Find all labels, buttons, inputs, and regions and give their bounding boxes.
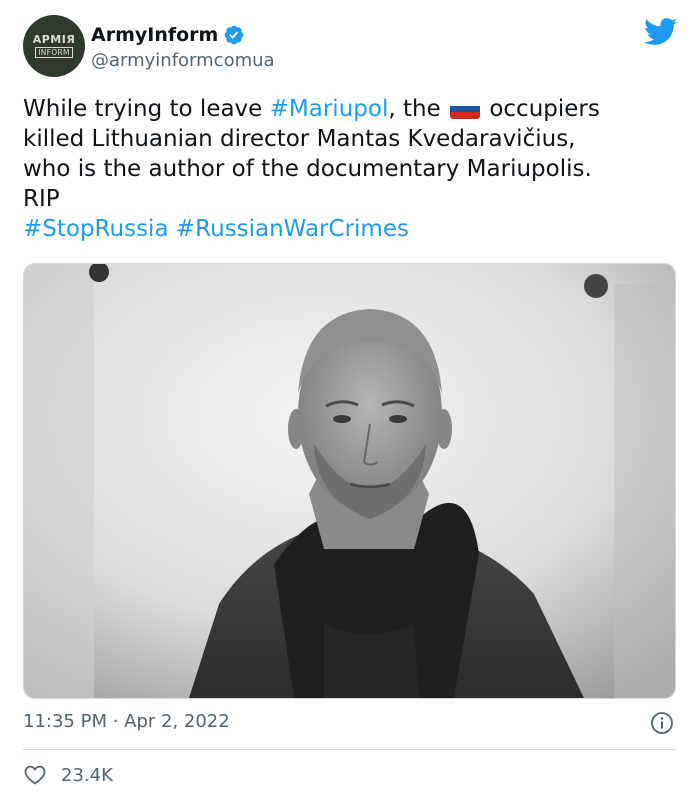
hashtag-russianwarcrimes[interactable]: #RussianWarCrimes — [176, 216, 409, 242]
russian-flag-emoji-icon — [450, 99, 481, 119]
tweet-text: While trying to leave #Mariupol, the occ… — [23, 94, 673, 244]
tweet-line-4: RIP — [23, 186, 60, 212]
twitter-bird-icon[interactable] — [644, 18, 678, 46]
avatar-logo-line1: АРМІЯ — [32, 33, 76, 46]
flag-stripe-white — [450, 99, 481, 106]
hashtag-mariupol[interactable]: #Mariupol — [270, 96, 389, 122]
tweet-line-2: killed Lithuanian director Mantas Kvedar… — [23, 126, 576, 152]
tweet-photo[interactable] — [23, 263, 676, 699]
info-icon[interactable] — [650, 711, 674, 735]
author-name-row[interactable]: ArmyInform — [91, 22, 245, 48]
portrait-photo — [24, 264, 675, 698]
display-name[interactable]: ArmyInform — [91, 24, 218, 46]
like-action[interactable]: 23.4K — [23, 762, 113, 788]
verified-badge-icon — [224, 25, 244, 45]
tweet-card: АРМІЯ INFORM ArmyInform @armyinformcomua… — [0, 0, 700, 802]
flag-stripe-red — [450, 112, 481, 119]
divider — [23, 749, 676, 750]
hashtag-line: #StopRussia #RussianWarCrimes — [23, 214, 673, 244]
heart-icon[interactable] — [23, 763, 47, 787]
tweet-timestamp[interactable]: 11:35 PM · Apr 2, 2022 — [23, 711, 230, 732]
avatar[interactable]: АРМІЯ INFORM — [23, 15, 85, 77]
avatar-logo-line2: INFORM — [35, 47, 73, 58]
tweet-text-segment: occupiers — [482, 96, 600, 122]
like-count: 23.4K — [61, 764, 113, 786]
flag-stripe-blue — [450, 105, 481, 113]
tweet-text-segment: While trying to leave — [23, 96, 270, 122]
tweet-line-1: While trying to leave #Mariupol, the occ… — [23, 94, 673, 124]
tweet-text-segment: , the — [388, 96, 441, 122]
hashtag-stoprussia[interactable]: #StopRussia — [23, 216, 169, 242]
tweet-line-3: who is the author of the documentary Mar… — [23, 156, 592, 182]
handle[interactable]: @armyinformcomua — [91, 50, 275, 71]
